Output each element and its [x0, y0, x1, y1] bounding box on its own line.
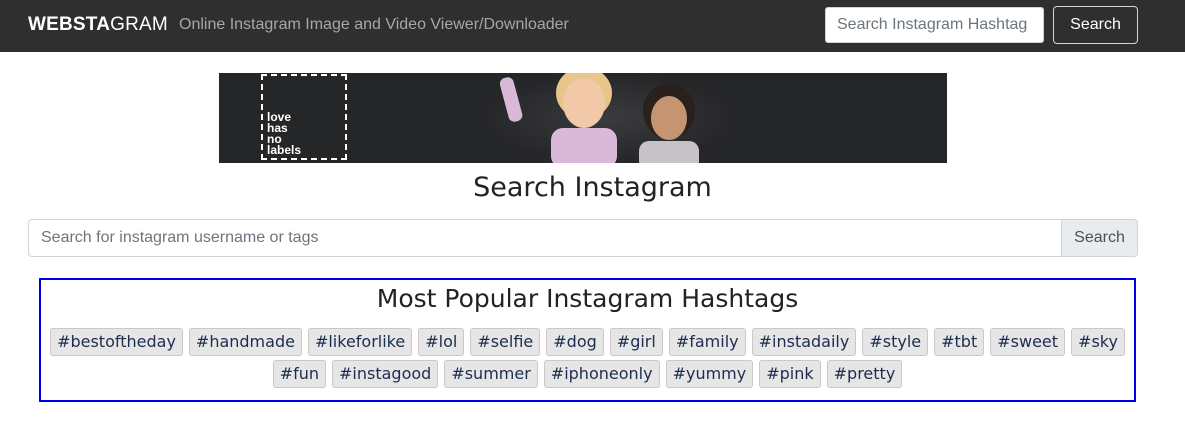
hashtag-chip[interactable]: #family — [668, 328, 746, 356]
hashtag-chip[interactable]: #style — [862, 328, 929, 356]
username-tag-search-input[interactable] — [28, 219, 1062, 257]
ad-banner[interactable]: love has no labels — [219, 73, 947, 163]
top-navbar: WEBSTAGRAM Online Instagram Image and Vi… — [0, 0, 1185, 52]
hashtag-chip[interactable]: #tbt — [934, 328, 985, 356]
hashtag-chip[interactable]: #girl — [609, 328, 663, 356]
hashtag-search-input[interactable] — [825, 7, 1044, 43]
site-logo[interactable]: WEBSTAGRAM — [28, 14, 168, 36]
love-has-no-labels-logo: love has no labels — [261, 74, 347, 160]
hashtag-chip[interactable]: #summer — [444, 360, 538, 388]
hashtag-chip[interactable]: #pink — [759, 360, 821, 388]
hashtag-chip[interactable]: #instagood — [332, 360, 439, 388]
brand-light-text: GRAM — [110, 14, 168, 35]
hashtag-chip[interactable]: #fun — [272, 360, 327, 388]
hashtag-chip[interactable]: #sky — [1071, 328, 1125, 356]
hashtag-chip[interactable]: #dog — [546, 328, 604, 356]
popular-hashtags-title: Most Popular Instagram Hashtags — [376, 284, 799, 313]
hashtag-chip[interactable]: #pretty — [826, 360, 903, 388]
hashtag-chip[interactable]: #lol — [418, 328, 465, 356]
page-title: Search Instagram — [473, 172, 712, 203]
hashtag-chip[interactable]: #sweet — [990, 328, 1066, 356]
brand-bold-text: WEBSTA — [28, 14, 111, 35]
hashtag-chip[interactable]: #instadaily — [751, 328, 857, 356]
hashtag-chip[interactable]: #yummy — [665, 360, 754, 388]
hashtag-chip[interactable]: #selfie — [470, 328, 541, 356]
hashtag-chip[interactable]: #handmade — [188, 328, 302, 356]
logo-line: labels — [267, 143, 302, 157]
site-tagline: Online Instagram Image and Video Viewer/… — [179, 16, 569, 33]
hashtag-chip[interactable]: #likeforlike — [307, 328, 413, 356]
popular-hashtags-panel: Most Popular Instagram Hashtags #bestoft… — [39, 278, 1136, 402]
children-photo-illustration — [499, 73, 699, 163]
hashtag-chip[interactable]: #iphoneonly — [543, 360, 660, 388]
hashtag-chip[interactable]: #bestoftheday — [50, 328, 183, 356]
main-search-button[interactable]: Search — [1061, 219, 1138, 257]
hashtag-list: #bestoftheday #handmade #likeforlike #lol #s… — [47, 328, 1128, 388]
main-search-group: Search — [28, 219, 1138, 257]
hashtag-search-button[interactable]: Search — [1053, 6, 1138, 44]
